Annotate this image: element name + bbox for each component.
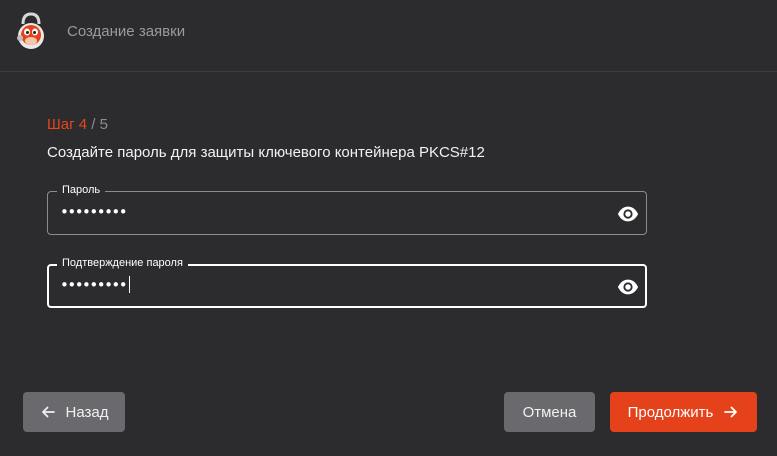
page-title: Создание заявки [67,23,186,40]
arrow-left-icon [40,404,56,420]
app-window: Создание заявки Шаг 4 / 5 Создайте парол… [0,0,777,456]
back-button[interactable]: Назад [23,392,125,432]
step-total: / 5 [87,116,108,133]
password-confirm-input[interactable]: ••••••••• [60,276,131,294]
back-button-label: Назад [65,403,109,421]
form-subtitle: Создайте пароль для защиты ключевого кон… [47,144,485,161]
step-indicator: Шаг 4 / 5 [47,116,108,133]
eye-icon[interactable] [617,276,639,298]
password-confirm-value: ••••••••• [60,276,128,294]
password-input[interactable]: ••••••••• [60,203,128,221]
password-field[interactable]: Пароль ••••••••• [47,183,647,235]
password-confirm-field[interactable]: Подтверждение пароля ••••••••• [47,256,647,308]
password-label: Пароль [57,183,106,197]
header: Создание заявки [0,0,777,72]
continue-button[interactable]: Продолжить [610,392,757,432]
cancel-button-label: Отмена [522,403,577,421]
cancel-button[interactable]: Отмена [504,392,595,432]
step-current: Шаг 4 [47,116,88,133]
arrow-right-icon [723,404,739,420]
continue-button-label: Продолжить [627,403,714,421]
password-confirm-label: Подтверждение пароля [57,256,188,270]
eye-icon[interactable] [617,203,639,225]
mascot-logo-icon [14,11,48,51]
text-caret [129,276,131,293]
